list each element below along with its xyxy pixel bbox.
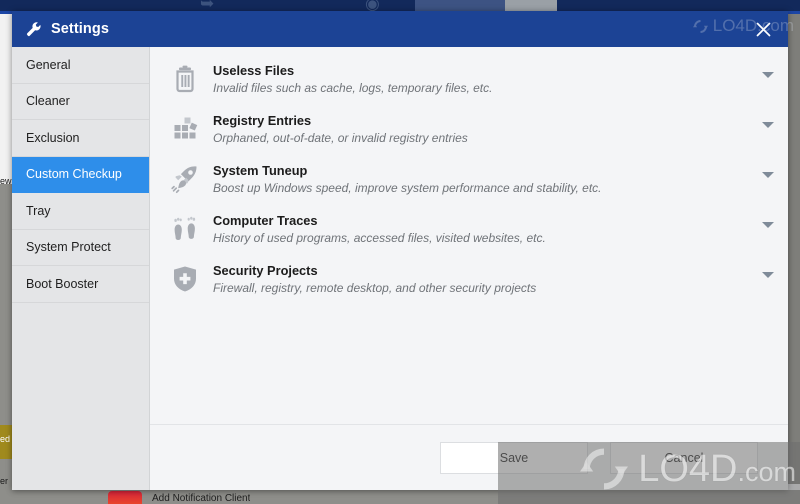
category-row-registry-entries[interactable]: Registry Entries Orphaned, out-of-date, … (150, 105, 788, 155)
category-text: Registry Entries Orphaned, out-of-date, … (213, 112, 748, 147)
host-app-left-strip-1 (0, 14, 12, 184)
chevron-down-icon[interactable] (748, 62, 788, 78)
desktop-background: ➥ ◉ ew ed er Add Notification Client Set… (0, 0, 800, 504)
dialog-titlebar: Settings (12, 11, 788, 47)
host-app-topbar (0, 0, 800, 11)
category-text: Computer Traces History of used programs… (213, 212, 748, 247)
close-icon[interactable] (750, 16, 776, 42)
sidebar-item-label: General (26, 57, 71, 72)
host-app-ghost-box-2 (505, 0, 557, 11)
category-title: Registry Entries (213, 113, 312, 128)
sidebar-item-system-protect[interactable]: System Protect (12, 230, 149, 266)
category-title: Security Projects (213, 263, 318, 278)
sidebar-item-label: Cleaner (26, 94, 70, 109)
host-app-ghost-box-1 (415, 0, 511, 11)
sidebar-item-tray[interactable]: Tray (12, 193, 149, 230)
category-text: System Tuneup Boost up Windows speed, im… (213, 162, 748, 197)
sidebar-item-boot-booster[interactable]: Boot Booster (12, 266, 149, 303)
settings-dialog: Settings General Cleaner Exclusion Custo… (12, 11, 788, 490)
cancel-button[interactable]: Cancel (610, 441, 758, 474)
save-button[interactable]: Save (440, 441, 588, 474)
category-title: System Tuneup (213, 163, 308, 178)
category-description: Invalid files such as cache, logs, tempo… (213, 81, 493, 95)
host-app-right-edge (786, 14, 800, 490)
category-title: Useless Files (213, 63, 295, 78)
category-text: Security Projects Firewall, registry, re… (213, 262, 748, 297)
category-description: Firewall, registry, remote desktop, and … (213, 281, 537, 295)
category-description: Boost up Windows speed, improve system p… (213, 181, 602, 195)
chevron-down-icon[interactable] (748, 212, 788, 228)
settings-main-panel: Useless Files Invalid files such as cach… (150, 47, 788, 490)
sidebar-item-label: Boot Booster (26, 276, 99, 291)
sidebar-item-exclusion[interactable]: Exclusion (12, 120, 149, 157)
chevron-down-icon[interactable] (748, 112, 788, 128)
category-title: Computer Traces (213, 213, 318, 228)
trash-icon (168, 62, 202, 96)
category-description: History of used programs, accessed files… (213, 231, 546, 245)
dialog-footer: Save Cancel (150, 424, 788, 490)
host-app-bottom-badge (108, 491, 142, 504)
dialog-body: General Cleaner Exclusion Custom Checkup… (12, 47, 788, 490)
chevron-down-icon[interactable] (748, 162, 788, 178)
dialog-title: Settings (51, 21, 109, 37)
footprints-icon (168, 212, 202, 246)
category-text: Useless Files Invalid files such as cach… (213, 62, 748, 97)
checkup-category-list: Useless Files Invalid files such as cach… (150, 47, 788, 424)
sidebar-item-label: Tray (26, 203, 51, 218)
category-row-computer-traces[interactable]: Computer Traces History of used programs… (150, 205, 788, 255)
category-row-system-tuneup[interactable]: System Tuneup Boost up Windows speed, im… (150, 155, 788, 205)
sidebar-item-general[interactable]: General (12, 47, 149, 84)
sidebar-item-label: Custom Checkup (26, 167, 122, 182)
chevron-down-icon[interactable] (748, 262, 788, 278)
category-row-security-projects[interactable]: Security Projects Firewall, registry, re… (150, 255, 788, 305)
sidebar-item-cleaner[interactable]: Cleaner (12, 84, 149, 120)
rocket-icon (168, 162, 202, 196)
category-row-useless-files[interactable]: Useless Files Invalid files such as cach… (150, 55, 788, 105)
host-app-bottom-label: Add Notification Client (152, 493, 251, 504)
registry-blocks-icon (168, 112, 202, 146)
sidebar-item-label: System Protect (26, 240, 111, 255)
category-description: Orphaned, out-of-date, or invalid regist… (213, 131, 468, 145)
sidebar-item-custom-checkup[interactable]: Custom Checkup (12, 156, 149, 193)
shield-plus-icon (168, 262, 202, 296)
settings-sidebar: General Cleaner Exclusion Custom Checkup… (12, 47, 150, 490)
wrench-icon (26, 21, 42, 37)
sidebar-item-label: Exclusion (26, 130, 80, 145)
